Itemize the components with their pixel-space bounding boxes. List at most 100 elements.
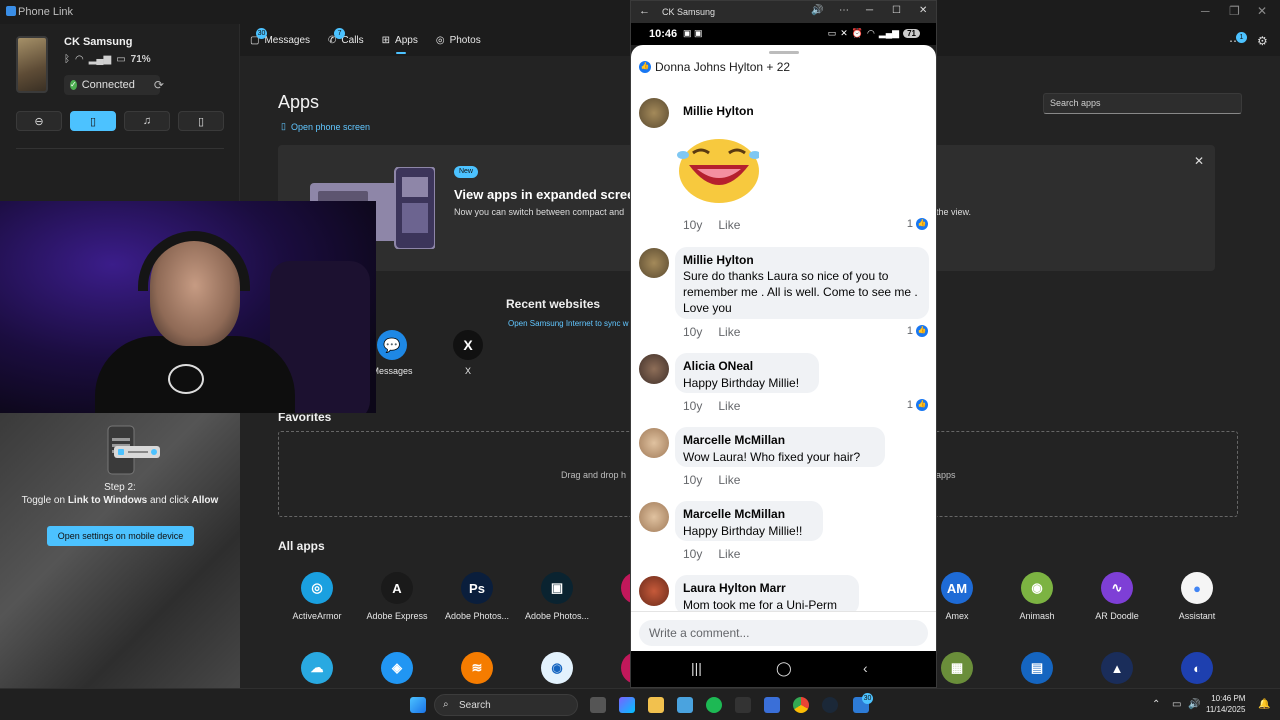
app-tile[interactable]: ◐ xyxy=(1157,652,1237,691)
back-arrow-icon[interactable]: ← xyxy=(639,5,650,17)
app-icon: AM xyxy=(941,572,973,604)
app-tile[interactable]: ◉ Animash xyxy=(997,572,1077,621)
copilot-icon[interactable] xyxy=(619,697,635,713)
comments-sheet[interactable]: 👍 Donna Johns Hylton + 22 Millie Hylton … xyxy=(631,45,936,651)
steam-icon[interactable] xyxy=(822,697,838,713)
vibrate-button[interactable]: ▯ xyxy=(70,111,116,131)
hud-fx-icon[interactable] xyxy=(735,697,751,713)
commenter-name[interactable]: Laura Hylton Marr xyxy=(683,581,786,595)
like-button[interactable]: Like xyxy=(718,547,740,561)
app-tile[interactable]: ∿ AR Doodle xyxy=(1077,572,1157,621)
volume-icon[interactable]: 🔊 xyxy=(1188,699,1200,710)
tab-apps[interactable]: ⊞ Apps xyxy=(382,30,418,54)
music-button[interactable]: ♫ xyxy=(124,111,170,131)
tab-label: Messages xyxy=(264,34,311,46)
settings-gear-icon[interactable]: ⚙ xyxy=(1257,34,1268,48)
more-icon[interactable]: ⋯ xyxy=(839,5,849,16)
open-phone-screen-link[interactable]: ▯ Open phone screen xyxy=(281,121,370,132)
app-icon: ◈ xyxy=(381,652,413,684)
search-apps-input[interactable]: Search apps xyxy=(1043,93,1242,114)
avatar[interactable] xyxy=(639,248,669,278)
app-tile[interactable]: A Adobe Express xyxy=(357,572,437,621)
alarm-icon: ⏰ xyxy=(851,28,863,38)
like-count-value: 1 xyxy=(906,399,913,411)
notepad-icon[interactable] xyxy=(677,697,693,713)
back-icon[interactable]: ‹ xyxy=(863,660,868,676)
app-tile[interactable]: ◉ xyxy=(517,652,597,691)
taskbar-clock[interactable]: 10:46 PM 11/14/2025 xyxy=(1206,693,1245,715)
notification-bell-icon[interactable]: 🔔 xyxy=(1258,699,1270,710)
tab-calls[interactable]: ✆ 7 Calls xyxy=(328,28,364,50)
task-view-icon[interactable] xyxy=(590,697,606,713)
open-settings-button[interactable]: Open settings on mobile device xyxy=(47,526,194,546)
taskbar-search-label: Search xyxy=(459,700,491,711)
commenter-name[interactable]: Millie Hylton xyxy=(683,104,754,118)
like-button[interactable]: Like xyxy=(718,325,740,339)
tab-photos[interactable]: ◎ Photos xyxy=(436,30,481,50)
x-app-icon: X xyxy=(453,330,483,360)
app-tile[interactable]: ◈ xyxy=(357,652,437,691)
like-button[interactable]: Like xyxy=(718,399,740,413)
app-icon: ▦ xyxy=(941,652,973,684)
connection-status[interactable]: ✓ Connected ⟳ xyxy=(64,75,164,95)
avatar[interactable] xyxy=(639,502,669,532)
screen-mirror-button[interactable]: ▯ xyxy=(178,111,224,131)
home-icon[interactable]: ◯ xyxy=(776,660,792,677)
avatar[interactable] xyxy=(639,98,669,128)
like-button[interactable]: Like xyxy=(718,218,740,232)
comment-meta: 10y Like xyxy=(683,473,740,487)
app-label: Assistant xyxy=(1178,611,1216,621)
like-button[interactable]: Like xyxy=(718,473,740,487)
close-icon[interactable]: ✕ xyxy=(1257,4,1267,18)
taskbar-search[interactable]: ⌕ Search xyxy=(434,694,578,716)
chevron-up-icon[interactable]: ⌃ xyxy=(1152,699,1160,710)
app-tile[interactable]: ▲ xyxy=(1077,652,1157,691)
comment-composer: Write a comment... xyxy=(631,611,936,651)
minimize-icon[interactable]: ─ xyxy=(1201,4,1210,18)
chrome-icon[interactable] xyxy=(793,697,809,713)
app-tile[interactable]: ☁ xyxy=(277,652,357,691)
commenter-name[interactable]: Alicia ONeal xyxy=(683,359,753,373)
phone-window-titlebar: ← CK Samsung 🔊 ⋯ ─ ☐ ✕ xyxy=(631,1,936,23)
open-samsung-internet-link[interactable]: Open Samsung Internet to sync w xyxy=(508,319,629,328)
speaker-icon[interactable]: 🔊 xyxy=(811,5,823,16)
avatar[interactable] xyxy=(639,428,669,458)
app-tile[interactable]: Ps Adobe Photos... xyxy=(437,572,517,621)
app-icon: ∿ xyxy=(1101,572,1133,604)
do-not-disturb-button[interactable]: ⊖ xyxy=(16,111,62,131)
comment-time: 10y xyxy=(683,325,703,339)
recent-apps-icon[interactable]: ||| xyxy=(691,660,702,676)
reactions-header[interactable]: 👍 Donna Johns Hylton + 22 xyxy=(639,60,790,74)
maximize-icon[interactable]: ☐ xyxy=(892,5,901,16)
like-count[interactable]: 1 👍 xyxy=(907,399,928,411)
app-tile[interactable]: ● Assistant xyxy=(1157,572,1237,621)
app-tile[interactable]: ≋ xyxy=(437,652,517,691)
avatar[interactable] xyxy=(639,576,669,606)
like-reaction-icon: 👍 xyxy=(639,61,651,73)
like-count[interactable]: 1 👍 xyxy=(907,325,928,337)
app-tile[interactable]: ▤ xyxy=(997,652,1077,691)
app-tile[interactable]: ◎ ActiveArmor xyxy=(277,572,357,621)
sync-icon[interactable]: ⟳ xyxy=(154,78,164,92)
write-comment-input[interactable]: Write a comment... xyxy=(639,620,928,646)
close-icon[interactable]: ✕ xyxy=(919,5,927,16)
minimize-icon[interactable]: ─ xyxy=(866,5,873,16)
banner-close-icon[interactable]: ✕ xyxy=(1194,154,1204,168)
recent-app-x[interactable]: X X xyxy=(438,330,498,376)
maximize-icon[interactable]: ❐ xyxy=(1229,4,1240,18)
commenter-name[interactable]: Marcelle McMillan xyxy=(683,507,785,521)
like-count[interactable]: 1 👍 xyxy=(907,218,928,230)
app-tile[interactable]: ▣ Adobe Photos... xyxy=(517,572,597,621)
tab-messages[interactable]: ▢ 30 Messages xyxy=(250,28,311,50)
recent-app-label: X xyxy=(464,366,471,376)
commenter-name[interactable]: Millie Hylton xyxy=(683,253,754,267)
commenter-name[interactable]: Marcelle McMillan xyxy=(683,433,785,447)
android-nav-bar: ||| ◯ ‹ xyxy=(631,651,936,687)
windows-start-icon[interactable] xyxy=(410,697,426,713)
app-icon[interactable] xyxy=(764,697,780,713)
sheet-drag-handle[interactable] xyxy=(769,51,799,54)
spotify-icon[interactable] xyxy=(706,697,722,713)
network-icon[interactable]: ▭ xyxy=(1172,699,1181,710)
avatar[interactable] xyxy=(639,354,669,384)
file-explorer-icon[interactable] xyxy=(648,697,664,713)
